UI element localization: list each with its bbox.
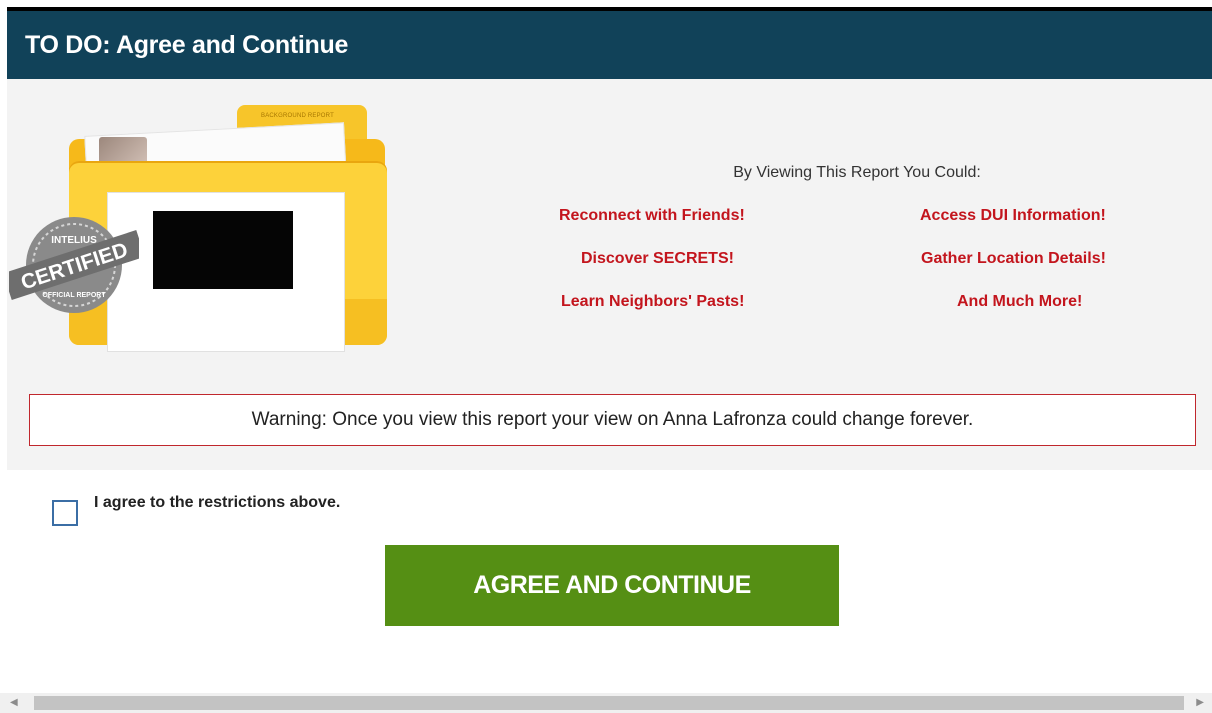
report-panel: BACKGROUND REPORT INTELIUS CERTIFIED OFF…	[7, 79, 1212, 470]
benefit-item: Gather Location Details!	[921, 250, 1106, 267]
certified-seal-icon: INTELIUS CERTIFIED OFFICIAL REPORT	[9, 217, 139, 313]
benefit-item: Reconnect with Friends!	[559, 207, 745, 224]
agreement-row: I agree to the restrictions above.	[52, 494, 340, 526]
agree-checkbox-label[interactable]: I agree to the restrictions above.	[94, 494, 340, 512]
page-header: TO DO: Agree and Continue	[7, 11, 1212, 79]
redacted-photo	[153, 211, 293, 289]
seal-top-text: INTELIUS	[51, 235, 97, 246]
report-folder-illustration: BACKGROUND REPORT INTELIUS CERTIFIED OFF…	[7, 101, 407, 352]
page-title: TO DO: Agree and Continue	[25, 30, 349, 59]
report-heading: By Viewing This Report You Could:	[733, 164, 981, 181]
warning-text: Warning: Once you view this report your …	[251, 409, 974, 430]
benefit-item: Discover SECRETS!	[581, 250, 734, 267]
agree-checkbox[interactable]	[52, 500, 78, 526]
scroll-left-arrow-icon[interactable]: ◀	[10, 697, 18, 708]
warning-message: Warning: Once you view this report your …	[29, 394, 1196, 446]
scrollbar-thumb[interactable]	[34, 696, 1184, 710]
benefit-item: Access DUI Information!	[920, 207, 1106, 224]
benefit-item: And Much More!	[957, 293, 1083, 310]
horizontal-scrollbar[interactable]: ◀ ▶	[0, 693, 1212, 713]
agree-and-continue-button[interactable]: AGREE AND CONTINUE	[385, 545, 839, 626]
benefit-item: Learn Neighbors' Pasts!	[561, 293, 745, 310]
seal-bottom-text: OFFICIAL REPORT	[42, 292, 106, 299]
scroll-right-arrow-icon[interactable]: ▶	[1196, 697, 1204, 708]
folder-tab-label: BACKGROUND REPORT	[261, 113, 334, 119]
